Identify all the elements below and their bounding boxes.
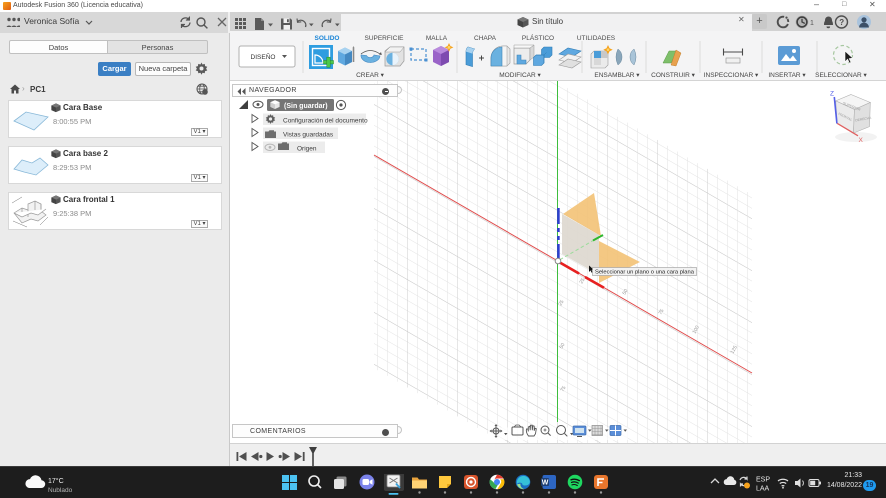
svg-text:MALLA: MALLA bbox=[426, 35, 448, 42]
svg-text:Vistas guardadas: Vistas guardadas bbox=[283, 132, 334, 139]
svg-text:SUPERFICIE: SUPERFICIE bbox=[364, 35, 404, 42]
svg-text:INSPECCIONAR ▾: INSPECCIONAR ▾ bbox=[704, 72, 759, 79]
svg-text:MODIFICAR ▾: MODIFICAR ▾ bbox=[499, 72, 541, 79]
svg-text:Seleccionar un plano o una car: Seleccionar un plano o una cara plana bbox=[595, 270, 695, 276]
svg-text:17°C: 17°C bbox=[48, 477, 64, 485]
svg-text:ESP: ESP bbox=[756, 477, 770, 484]
svg-text:?: ? bbox=[839, 18, 844, 27]
svg-text:DISEÑO: DISEÑO bbox=[251, 52, 276, 61]
svg-text:UTILIDADES: UTILIDADES bbox=[577, 35, 616, 42]
svg-text:LAA: LAA bbox=[756, 486, 770, 493]
svg-text:W: W bbox=[542, 480, 549, 487]
svg-text:SOLIDO: SOLIDO bbox=[315, 35, 340, 42]
svg-text:(Sin guardar): (Sin guardar) bbox=[284, 103, 328, 110]
svg-text:X: X bbox=[859, 137, 864, 144]
svg-text:ENSAMBLAR ▾: ENSAMBLAR ▾ bbox=[594, 72, 640, 79]
svg-text:Z: Z bbox=[830, 91, 834, 98]
svg-text:Nublado: Nublado bbox=[48, 487, 73, 494]
svg-text:Configuración del documento: Configuración del documento bbox=[283, 118, 368, 125]
svg-text:CREAR ▾: CREAR ▾ bbox=[356, 72, 385, 79]
svg-text:Origen: Origen bbox=[297, 146, 317, 153]
svg-text:PLÁSTICO: PLÁSTICO bbox=[522, 33, 554, 42]
svg-text:SELECCIONAR ▾: SELECCIONAR ▾ bbox=[815, 72, 867, 79]
svg-text:INSERTAR ▾: INSERTAR ▾ bbox=[768, 72, 806, 79]
svg-text:CONSTRUIR ▾: CONSTRUIR ▾ bbox=[651, 72, 695, 79]
svg-text:1: 1 bbox=[810, 20, 814, 27]
svg-text:CHAPA: CHAPA bbox=[474, 35, 497, 42]
